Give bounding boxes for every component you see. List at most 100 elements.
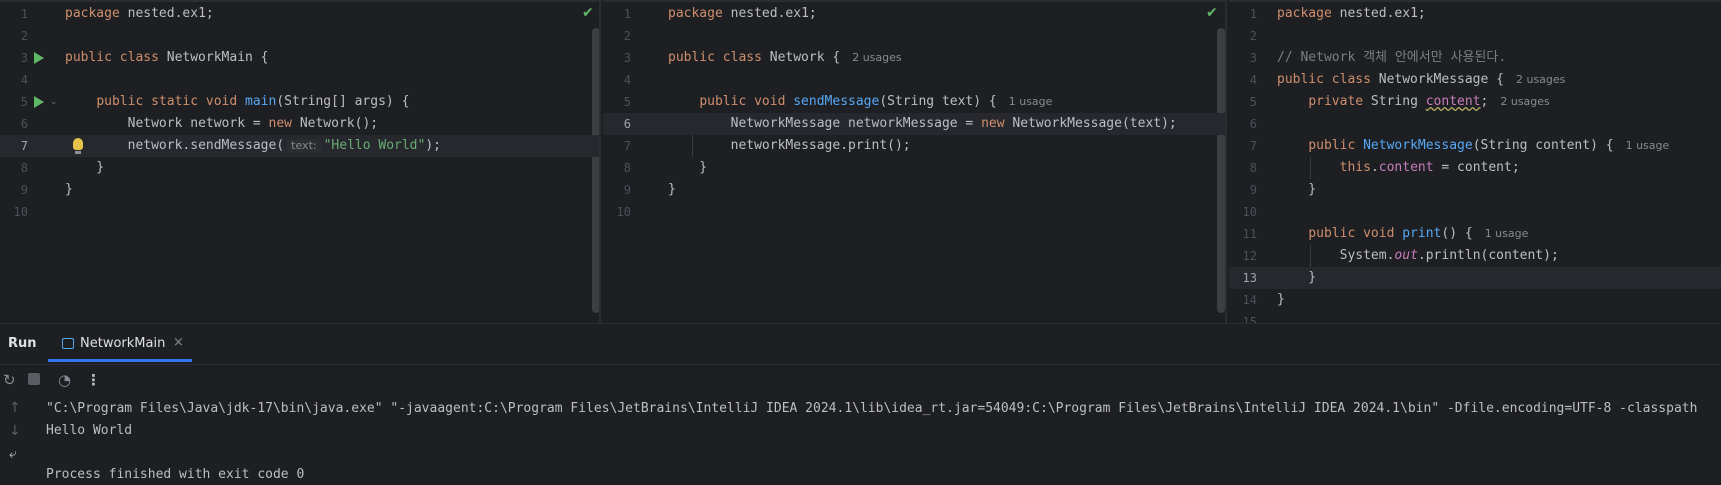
code-text[interactable]: }: [668, 179, 676, 201]
keyword: public class: [668, 50, 762, 65]
coverage-icon[interactable]: ◔: [58, 371, 71, 389]
line-number: 7: [20, 139, 28, 153]
usages-hint[interactable]: 1 usage: [1009, 95, 1053, 108]
code-token: networkMessage.print();: [730, 138, 911, 153]
code-token: NetworkMessage {: [1370, 72, 1504, 87]
keyword: this: [1339, 160, 1371, 175]
usages-hint[interactable]: 1 usage: [1485, 227, 1529, 240]
application-icon: [62, 338, 74, 349]
console-output[interactable]: "C:\Program Files\Java\jdk-17\bin\java.e…: [46, 398, 1721, 485]
editor-pane-network[interactable]: ✔ 1 package nested.ex1; 2 3 public class…: [603, 0, 1227, 323]
run-toolbar: ↻ ◔ ⋮: [0, 364, 1721, 396]
code-text[interactable]: public NetworkMessage(String content) {1…: [1277, 135, 1669, 157]
code-token: NetworkMessage(text);: [1004, 116, 1177, 131]
line-number: 13: [1242, 271, 1257, 285]
method-name: NetworkMessage: [1363, 138, 1473, 153]
code-token: System.: [1339, 248, 1395, 263]
code-text[interactable]: public static void main(String[] args) {: [65, 91, 409, 113]
code-text[interactable]: System.out.println(content);: [1277, 245, 1559, 267]
line-number: 8: [623, 161, 631, 175]
code-text[interactable]: }: [1277, 289, 1285, 311]
code-line: 1 package nested.ex1;: [0, 3, 599, 25]
code-text[interactable]: }: [1277, 267, 1316, 289]
code-line: 6 Network network = new Network();: [0, 113, 599, 135]
code-line: 9 }: [603, 179, 1225, 201]
code-text[interactable]: }: [65, 157, 104, 179]
run-main-icon[interactable]: [34, 96, 44, 108]
stop-icon[interactable]: [28, 373, 40, 385]
code-token: ;: [1480, 94, 1489, 109]
code-line: 9 }: [1229, 179, 1721, 201]
code-line: 10: [0, 201, 599, 223]
line-number: 2: [1249, 29, 1257, 43]
line-number: 2: [623, 29, 631, 43]
code-line: 5 ⌄ public static void main(String[] arg…: [0, 91, 599, 113]
code-text[interactable]: package nested.ex1;: [1277, 3, 1426, 25]
line-number: 15: [1242, 315, 1257, 323]
usages-hint[interactable]: 2 usages: [1516, 73, 1565, 86]
code-line: 7 networkMessage.print();: [603, 135, 1225, 157]
code-text[interactable]: public class NetworkMessage { 2 usages: [1277, 69, 1565, 91]
code-line: 1 package nested.ex1;: [603, 3, 1225, 25]
pane-top-border: [0, 0, 599, 2]
fold-chevron-icon[interactable]: ⌄: [50, 97, 58, 107]
code-text[interactable]: }: [65, 179, 73, 201]
soft-wrap-icon[interactable]: ⤶: [9, 446, 17, 462]
code-text[interactable]: networkMessage.print();: [668, 135, 911, 157]
code-line-current: 7 network.sendMessage(text: "Hello World"…: [0, 135, 599, 157]
usages-hint[interactable]: 2 usages: [1500, 95, 1549, 108]
code-line: 8 this.content = content;: [1229, 157, 1721, 179]
comment-text[interactable]: // Network 객체 안에서만 사용된다.: [1277, 47, 1506, 69]
keyword: package: [668, 6, 723, 21]
keyword: public class: [65, 50, 159, 65]
code-line: 4: [603, 69, 1225, 91]
code-text[interactable]: package nested.ex1;: [668, 3, 817, 25]
code-token: (String text) {: [879, 94, 997, 109]
line-number: 6: [1249, 117, 1257, 131]
code-text[interactable]: private String content; 2 usages: [1277, 91, 1549, 113]
rerun-icon[interactable]: ↻: [3, 371, 16, 389]
code-line-current: 6 NetworkMessage networkMessage = new Ne…: [603, 113, 1225, 135]
code-line: 2: [603, 25, 1225, 47]
code-text[interactable]: this.content = content;: [1277, 157, 1520, 179]
code-text[interactable]: NetworkMessage networkMessage = new Netw…: [668, 113, 1177, 135]
close-icon[interactable]: ×: [173, 335, 184, 350]
line-number: 3: [20, 51, 28, 65]
code-text[interactable]: public void sendMessage(String text) {1 …: [668, 91, 1052, 113]
line-number: 11: [1242, 227, 1257, 241]
code-line: 6: [1229, 113, 1721, 135]
keyword: new: [981, 116, 1005, 131]
code-text[interactable]: public class NetworkMain {: [65, 47, 269, 69]
scroll-down-icon[interactable]: ↓: [9, 423, 21, 439]
console-line-command: "C:\Program Files\Java\jdk-17\bin\java.e…: [46, 401, 1698, 416]
line-number: 9: [1249, 183, 1257, 197]
keyword: public class: [1277, 72, 1371, 87]
usages-hint[interactable]: 2 usages: [852, 51, 901, 64]
code-text[interactable]: package nested.ex1;: [65, 3, 214, 25]
code-line: 7 public NetworkMessage(String content) …: [1229, 135, 1721, 157]
more-icon[interactable]: ⋮: [86, 371, 101, 389]
code-text[interactable]: public void print() {1 usage: [1277, 223, 1528, 245]
usages-hint[interactable]: 1 usage: [1626, 139, 1670, 152]
code-text[interactable]: network.sendMessage(text: "Hello World");: [65, 135, 441, 157]
code-text[interactable]: }: [668, 157, 707, 179]
code-text[interactable]: }: [1277, 179, 1316, 201]
console-side-toolbar: ↑ ↓ ⤶: [0, 396, 34, 485]
code-text[interactable]: Network network = new Network();: [65, 113, 378, 135]
code-line: 10: [603, 201, 1225, 223]
run-class-icon[interactable]: [34, 52, 44, 64]
code-token: Network();: [292, 116, 379, 131]
code-token: );: [425, 138, 441, 153]
code-text[interactable]: public class Network {2 usages: [668, 47, 902, 69]
code-token: .println(content);: [1417, 248, 1559, 263]
run-tab-networkmain[interactable]: NetworkMain ×: [48, 324, 192, 364]
line-number: 4: [1249, 73, 1257, 87]
editor-pane-networkmessage[interactable]: 1 package nested.ex1; 2 3 // Network 객체 …: [1229, 0, 1721, 323]
editor-pane-networkmain[interactable]: ✔ 1 package nested.ex1; 2 3 public class…: [0, 0, 601, 323]
scroll-up-icon[interactable]: ↑: [9, 400, 21, 416]
